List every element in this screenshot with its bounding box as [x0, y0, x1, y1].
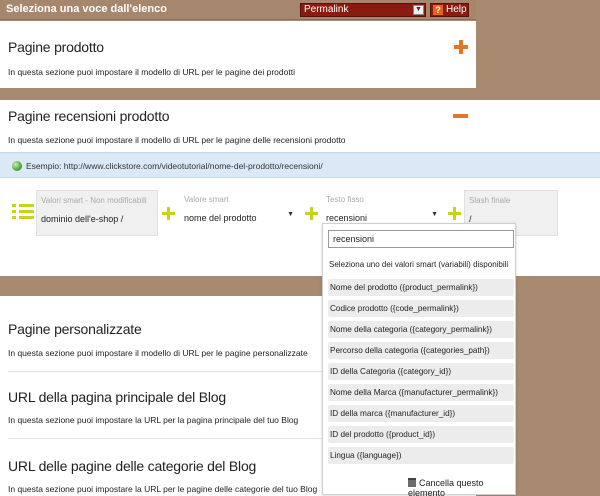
- delete-element-link[interactable]: Cancella questo elemento: [408, 478, 515, 496]
- dropdown-option[interactable]: ID del prodotto ({product_id}): [328, 426, 514, 443]
- section-description: In questa sezione puoi impostare la URL …: [8, 415, 299, 425]
- field-label: Valore smart: [184, 195, 229, 204]
- collapse-icon[interactable]: [453, 114, 468, 118]
- dropdown-option[interactable]: ID della marca ({manufacturer_id}): [328, 405, 514, 422]
- expand-icon[interactable]: [454, 40, 468, 54]
- field-label: Valori smart - Non modificabili: [41, 196, 147, 205]
- dropdown-option[interactable]: Codice prodotto ({code_permalink}): [328, 300, 514, 317]
- section-select[interactable]: Permalink ▼: [300, 3, 426, 17]
- section-title: Pagine prodotto: [8, 39, 104, 55]
- globe-icon: [12, 161, 22, 171]
- smart-value-dropdown: Seleziona uno dei valori smart (variabil…: [322, 223, 516, 496]
- section-description: In questa sezione puoi impostare il mode…: [8, 135, 346, 145]
- top-bar-title: Seleziona una voce dall'elenco: [6, 3, 167, 15]
- field-label: Slash finale: [469, 196, 511, 205]
- caret-down-icon[interactable]: ▼: [431, 211, 438, 218]
- add-segment-icon[interactable]: [448, 207, 461, 220]
- field-value: nome del prodotto: [184, 213, 257, 223]
- caret-down-icon[interactable]: ▼: [287, 211, 294, 218]
- chevron-down-icon[interactable]: ▼: [413, 5, 424, 15]
- add-segment-icon[interactable]: [305, 207, 318, 220]
- help-button[interactable]: ? Help: [430, 3, 469, 17]
- example-url: Esempio: http://www.clickstore.com/video…: [26, 161, 323, 171]
- dropdown-search-input[interactable]: [328, 230, 514, 248]
- field-value: recensioni: [326, 213, 368, 223]
- section-description: In questa sezione puoi impostare la URL …: [8, 484, 318, 494]
- dropdown-header: Seleziona uno dei valori smart (variabil…: [329, 260, 509, 269]
- help-label: Help: [446, 4, 467, 15]
- section-description: In questa sezione puoi impostare il mode…: [8, 348, 308, 358]
- section-title: URL delle pagine delle categorie del Blo…: [8, 458, 257, 474]
- trash-icon: [408, 478, 416, 487]
- dropdown-option[interactable]: Nome della categoria ({category_permalin…: [328, 321, 514, 338]
- section-title: Pagine recensioni prodotto: [8, 108, 170, 124]
- section-description: In questa sezione puoi impostare il mode…: [8, 67, 295, 77]
- section-title: URL della pagina principale del Blog: [8, 389, 226, 405]
- fixed-smart-values-field: Valori smart - Non modificabili dominio …: [36, 190, 158, 236]
- field-value: dominio dell'e-shop /: [41, 214, 124, 224]
- top-bar: Seleziona una voce dall'elenco Permalink…: [0, 0, 476, 20]
- dropdown-option[interactable]: ID della Categoria ({category_id}): [328, 363, 514, 380]
- field-label: Testo fisso: [326, 195, 364, 204]
- section-select-value: Permalink: [304, 4, 349, 15]
- section-title: Pagine personalizzate: [8, 321, 142, 337]
- example-url-bar: Esempio: http://www.clickstore.com/video…: [0, 152, 600, 178]
- dropdown-option[interactable]: Nome della Marca ({manufacturer_permalin…: [328, 384, 514, 401]
- question-icon: ?: [433, 5, 443, 15]
- dropdown-option[interactable]: Lingua ({language}): [328, 447, 514, 464]
- dropdown-option[interactable]: Nome del prodotto ({product_permalink}): [328, 279, 514, 296]
- delete-element-label: Cancella questo elemento: [408, 478, 484, 496]
- drag-list-icon[interactable]: [12, 204, 34, 220]
- add-segment-icon[interactable]: [162, 207, 175, 220]
- smart-value-field[interactable]: Valore smart nome del prodotto ▼: [180, 190, 298, 236]
- product-pages-panel: Pagine prodotto In questa sezione puoi i…: [0, 21, 476, 88]
- dropdown-option[interactable]: Percorso della categoria ({categories_pa…: [328, 342, 514, 359]
